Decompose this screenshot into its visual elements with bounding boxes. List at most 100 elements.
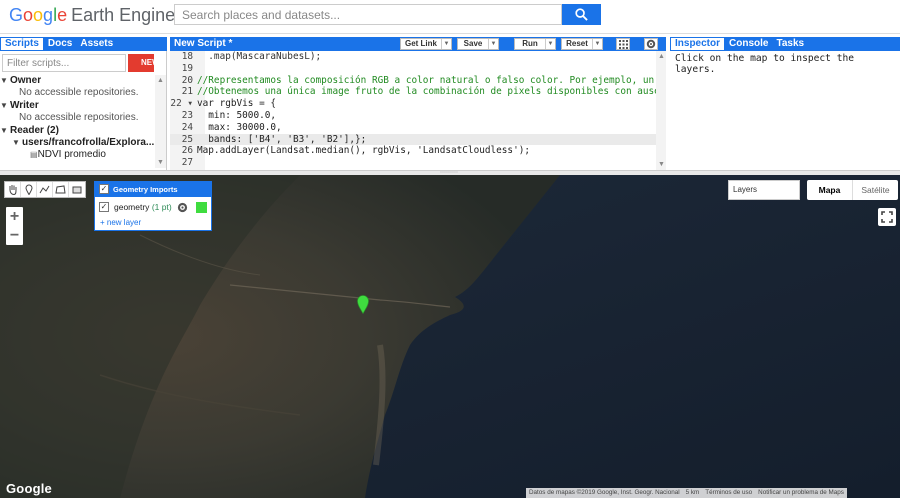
code-text: //Obtenemos una única image fruto de la …	[197, 86, 656, 98]
add-marker-tool[interactable]	[21, 182, 37, 197]
scroll-up-icon[interactable]: ▲	[157, 77, 164, 84]
tab-scripts[interactable]: Scripts	[0, 37, 44, 51]
line-number: 24	[181, 121, 193, 133]
gear-icon[interactable]	[177, 202, 188, 213]
geometry-color-swatch[interactable]	[196, 202, 207, 213]
geometry-imports-checkbox[interactable]: ✓	[99, 184, 109, 194]
hand-icon	[9, 185, 16, 195]
draw-line-tool[interactable]	[37, 182, 53, 197]
code-line[interactable]: 24 max: 30000.0,	[170, 122, 656, 134]
polygon-icon	[55, 185, 66, 194]
map-type-mapa[interactable]: Mapa	[807, 180, 853, 200]
code-lines: 18 .map(MascaraNubesL); 19 20//Representam…	[170, 51, 656, 169]
scripts-panel: Scripts Docs Assets NEW ▼Owner No access…	[0, 37, 167, 170]
scroll-down-icon[interactable]: ▼	[157, 159, 164, 166]
code-line[interactable]: 22 ▾ var rgbVis = {	[170, 98, 656, 110]
new-script-button[interactable]: NEW	[128, 54, 154, 72]
rectangle-icon	[72, 186, 82, 193]
script-title: New Script *	[174, 38, 233, 49]
earth-engine-logo[interactable]: Google Earth Engine	[9, 4, 175, 26]
chevron-down-icon[interactable]: ▼	[441, 39, 451, 49]
scale-bar: 5 km	[685, 489, 700, 496]
collapse-triangle-icon: ▼	[0, 125, 8, 135]
code-text: var rgbVis = {	[197, 98, 277, 110]
geometry-layer-checkbox[interactable]: ✓	[99, 202, 109, 212]
pan-hand-tool[interactable]	[5, 182, 21, 197]
grid-icon	[618, 39, 628, 49]
geometry-imports-header[interactable]: Geometry Imports	[95, 182, 211, 197]
script-tree: ▼ Owner No accessible repositories. ▼ Writ…	[0, 75, 155, 168]
tree-reader[interactable]: ▼ Reader (2)	[0, 125, 155, 137]
scroll-down-icon[interactable]: ▼	[658, 161, 665, 168]
settings-button[interactable]	[644, 38, 658, 50]
code-line[interactable]: 21 //Obtenemos una única image fruto de l…	[170, 86, 656, 98]
run-button[interactable]: Run ▼	[514, 38, 556, 50]
polyline-icon	[39, 185, 50, 194]
save-button[interactable]: Save ▼	[457, 38, 499, 50]
line-number: 22 ▾	[170, 98, 193, 110]
file-icon: ▤	[30, 150, 38, 160]
filter-scripts-input[interactable]	[2, 54, 126, 72]
scroll-up-icon[interactable]: ▲	[658, 53, 665, 60]
map-type-satelite[interactable]: Satélite	[853, 180, 898, 200]
code-text: min: 5000.0,	[197, 109, 277, 121]
zoom-control: + −	[6, 207, 23, 245]
right-tabs: Inspector Console Tasks	[670, 37, 900, 51]
layers-dropdown[interactable]: Layers	[728, 180, 800, 200]
map-canvas[interactable]: + − Geometry Imports ✓ ✓ geometry (1 pt)…	[0, 175, 900, 498]
tab-tasks[interactable]: Tasks	[772, 37, 808, 51]
tab-inspector[interactable]: Inspector	[670, 37, 726, 51]
tree-writer[interactable]: ▼ Writer	[0, 100, 155, 112]
code-line[interactable]: 23 min: 5000.0,	[170, 110, 656, 122]
apps-button[interactable]	[616, 38, 630, 50]
tree-file[interactable]: ▤NDVI promedio	[0, 149, 155, 161]
code-text: //Representamos la composición RGB a col…	[197, 74, 656, 86]
code-area[interactable]: 18 .map(MascaraNubesL); 19 20//Representam…	[170, 51, 656, 170]
search-input[interactable]	[174, 4, 562, 25]
code-line[interactable]: 27	[170, 157, 656, 169]
code-line[interactable]: 25 bands: ['B4', 'B3', 'B2'],};	[170, 133, 656, 146]
marker-icon	[24, 184, 33, 195]
map-data-credit[interactable]: Datos de mapas ©2019 Google, Inst. Geogr…	[526, 488, 683, 498]
collapse-triangle-icon: ▼	[0, 100, 8, 110]
owner-empty-text: No accessible repositories.	[19, 87, 139, 99]
line-number: 21	[181, 86, 193, 98]
search-button[interactable]	[562, 4, 601, 25]
new-layer-link[interactable]: + new layer	[100, 218, 141, 227]
code-scrollbar[interactable]: ▲ ▼	[656, 51, 666, 170]
reset-button[interactable]: Reset ▼	[561, 38, 603, 50]
draw-polygon-tool[interactable]	[53, 182, 69, 197]
chevron-down-icon[interactable]: ▼	[488, 39, 498, 49]
line-number: 27	[181, 157, 193, 169]
scripts-scrollbar[interactable]: ▲ ▼	[155, 75, 166, 168]
map-marker-icon[interactable]	[357, 295, 369, 314]
geometry-layer-label: geometry (1 pt)	[114, 202, 172, 212]
fullscreen-button[interactable]	[878, 208, 896, 226]
report-problem-link[interactable]: Notificar un problema de Maps	[755, 488, 847, 498]
line-number: 19	[181, 62, 193, 74]
top-header: Google Earth Engine	[0, 0, 900, 34]
zoom-in-button[interactable]: +	[6, 207, 23, 226]
chevron-down-icon[interactable]: ▼	[545, 39, 555, 49]
tab-docs[interactable]: Docs	[44, 37, 76, 51]
code-line[interactable]: 20 //Representamos la composición RGB a c…	[170, 75, 656, 87]
geometry-layer-row[interactable]: ✓ geometry (1 pt)	[95, 199, 211, 215]
get-link-button[interactable]: Get Link ▼	[400, 38, 452, 50]
code-line[interactable]: 19	[170, 63, 656, 75]
zoom-out-button[interactable]: −	[6, 226, 23, 245]
code-text: .map(MascaraNubesL);	[197, 51, 322, 62]
line-number: 26	[181, 145, 193, 157]
tab-assets[interactable]: Assets	[76, 37, 117, 51]
line-number: 18	[181, 51, 193, 62]
geometry-imports-panel: Geometry Imports ✓ ✓ geometry (1 pt) + n…	[94, 181, 212, 231]
tree-owner[interactable]: ▼ Owner	[0, 75, 155, 87]
map-type-toggle: Mapa Satélite	[807, 180, 898, 200]
terms-link[interactable]: Términos de uso	[702, 488, 755, 498]
code-text: max: 30000.0,	[197, 121, 282, 133]
tree-repo[interactable]: ▼ users/francofrolla/Explora...	[0, 137, 155, 149]
draw-rectangle-tool[interactable]	[69, 182, 85, 197]
code-line[interactable]: 18 .map(MascaraNubesL);	[170, 51, 656, 63]
chevron-down-icon[interactable]: ▼	[592, 39, 602, 49]
code-line[interactable]: 26 Map.addLayer(Landsat.median(), rgbVis,…	[170, 145, 656, 157]
tab-console[interactable]: Console	[725, 37, 772, 51]
